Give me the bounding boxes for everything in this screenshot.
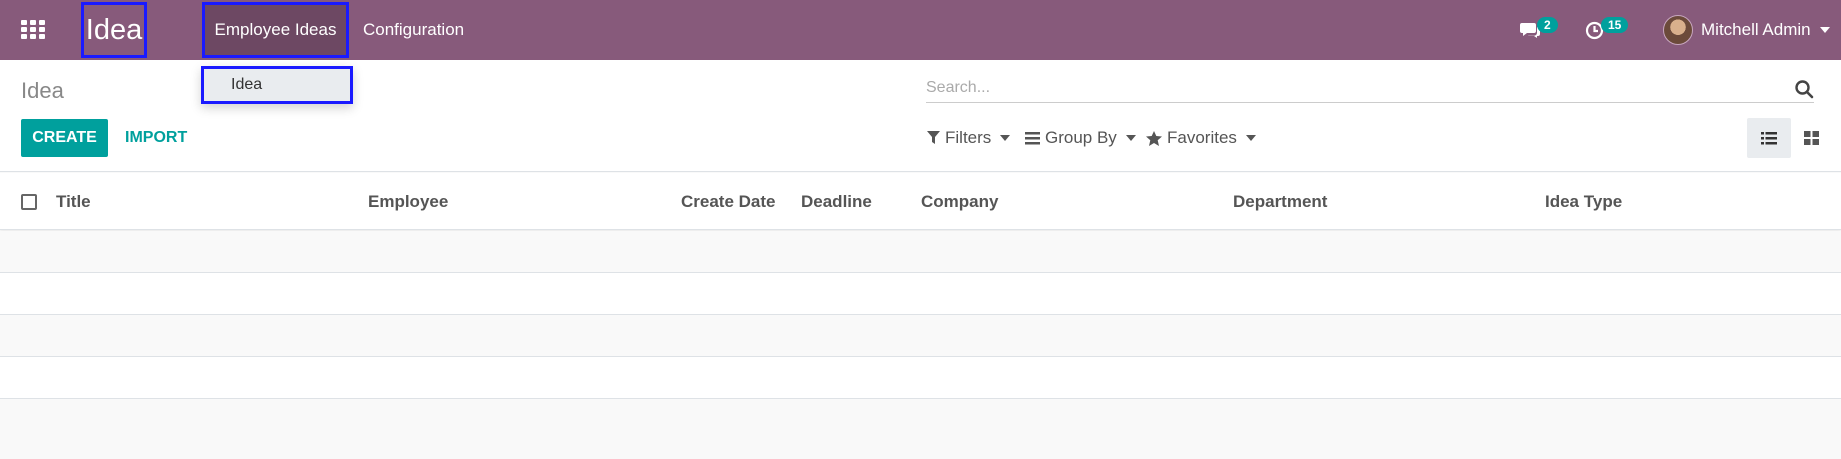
column-employee[interactable]: Employee [368, 192, 448, 212]
table-row [0, 357, 1841, 399]
chevron-down-icon [1125, 135, 1136, 141]
search-box [926, 73, 1814, 103]
list-body [0, 231, 1841, 399]
chevron-down-icon [1245, 135, 1256, 141]
bars-icon [1025, 131, 1040, 145]
groupby-label: Group By [1045, 128, 1117, 147]
table-row [0, 273, 1841, 315]
breadcrumb: Idea [21, 78, 64, 103]
search-icon[interactable] [1794, 79, 1814, 99]
search-input[interactable] [926, 78, 1786, 97]
apps-grid-icon[interactable] [21, 20, 45, 40]
activity-badge: 15 [1601, 17, 1629, 33]
table-row [0, 231, 1841, 273]
chevron-down-icon [1819, 27, 1830, 33]
top-navbar: Idea Employee Ideas Configuration 2 15 M… [0, 0, 1841, 60]
app-brand[interactable]: Idea [81, 2, 147, 58]
column-idea-type[interactable]: Idea Type [1545, 192, 1622, 212]
user-name: Mitchell Admin [1701, 20, 1811, 39]
activity-button[interactable]: 15 [1585, 0, 1629, 60]
avatar [1663, 15, 1693, 45]
star-icon [1146, 130, 1162, 146]
menu-employee-ideas[interactable]: Employee Ideas [202, 2, 349, 58]
favorites-label: Favorites [1167, 128, 1237, 147]
table-row [0, 315, 1841, 357]
create-button[interactable]: CREATE [21, 119, 108, 157]
list-view-icon [1761, 131, 1777, 144]
column-create-date[interactable]: Create Date [681, 192, 776, 212]
menu-configuration[interactable]: Configuration [363, 0, 464, 60]
column-title[interactable]: Title [56, 192, 91, 212]
employee-ideas-dropdown: Idea [201, 66, 353, 104]
list-view-button[interactable] [1747, 118, 1791, 158]
kanban-view-button[interactable] [1791, 118, 1831, 158]
dropdown-item-idea[interactable]: Idea [201, 66, 353, 104]
filters-dropdown[interactable]: Filters [927, 125, 1011, 151]
chat-button[interactable]: 2 [1520, 0, 1558, 60]
column-department[interactable]: Department [1233, 192, 1327, 212]
chat-badge: 2 [1537, 17, 1558, 33]
filter-icon [927, 131, 940, 145]
import-button[interactable]: IMPORT [125, 119, 187, 157]
favorites-dropdown[interactable]: Favorites [1146, 125, 1256, 151]
column-company[interactable]: Company [921, 192, 998, 212]
list-header: Title Employee Create Date Deadline Comp… [0, 173, 1841, 230]
chevron-down-icon [1000, 135, 1011, 141]
groupby-dropdown[interactable]: Group By [1025, 125, 1136, 151]
select-all-checkbox[interactable] [21, 194, 37, 210]
kanban-view-icon [1803, 131, 1819, 145]
filters-label: Filters [945, 128, 992, 147]
column-deadline[interactable]: Deadline [801, 192, 872, 212]
user-menu[interactable]: Mitchell Admin [1663, 0, 1830, 60]
